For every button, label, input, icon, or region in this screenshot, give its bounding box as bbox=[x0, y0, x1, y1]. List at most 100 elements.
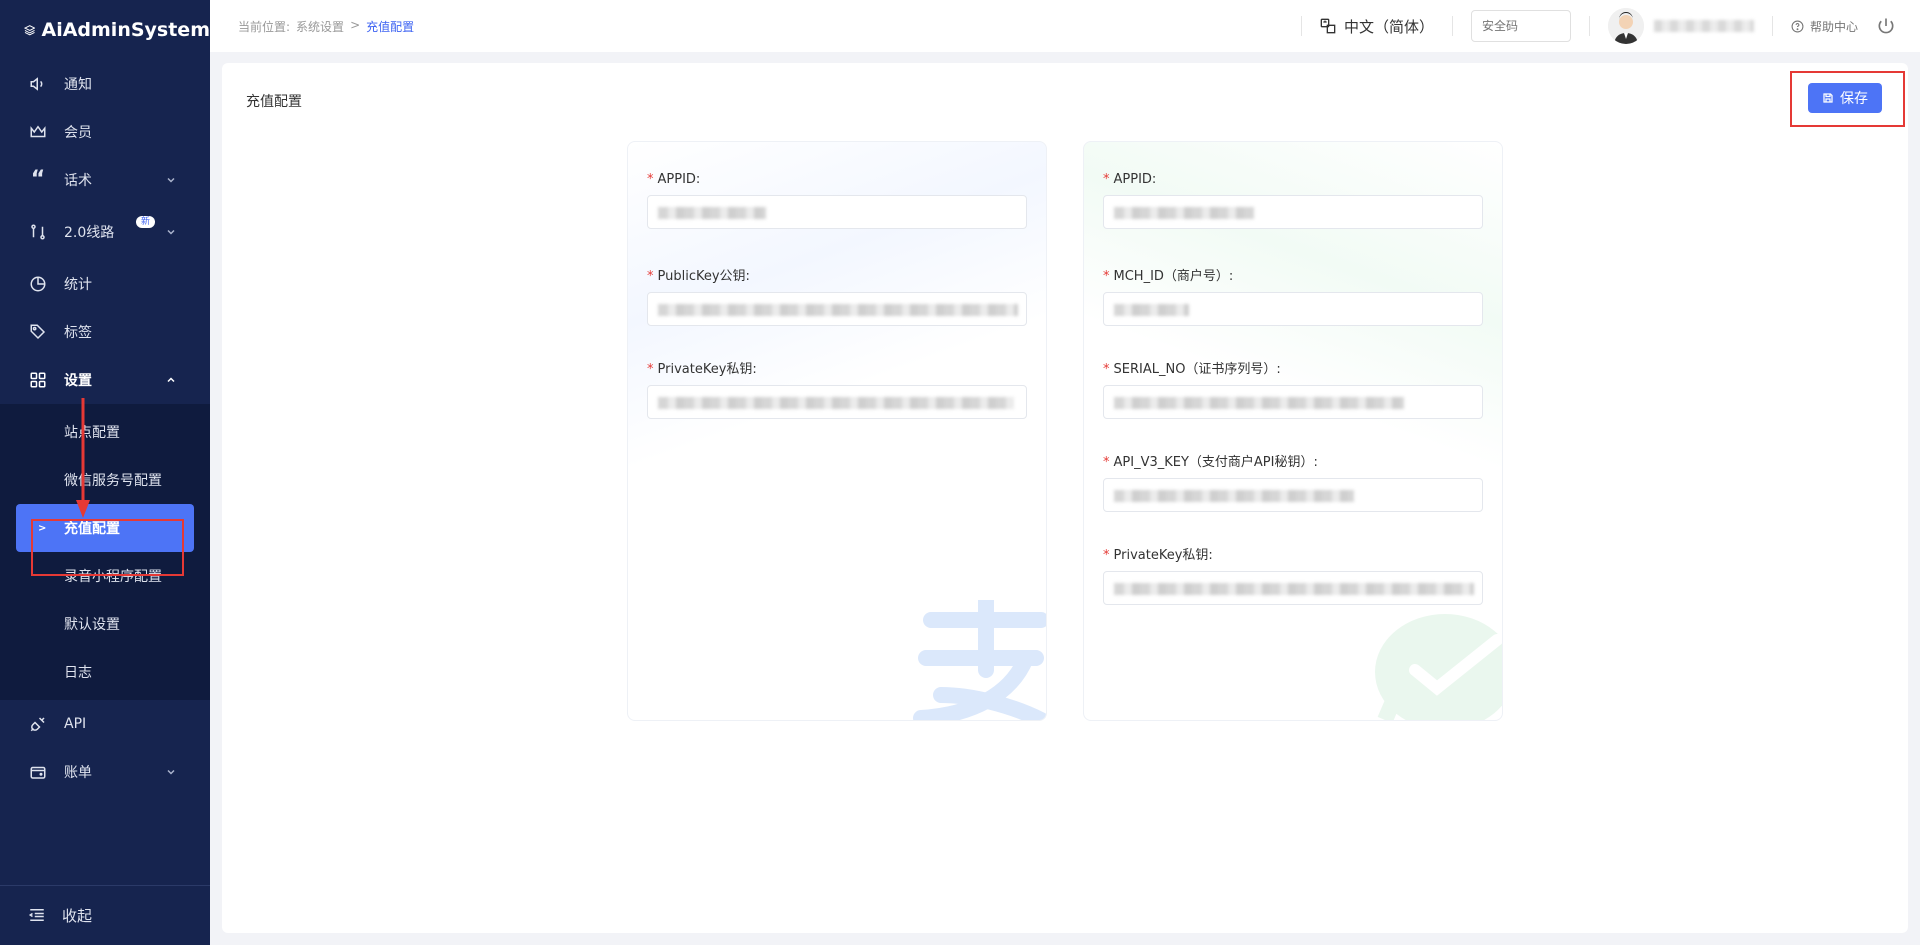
required-mark: * bbox=[647, 362, 654, 377]
sidebar-menu-lower: API 账单 bbox=[0, 700, 210, 796]
label-text: PrivateKey私钥: bbox=[657, 362, 757, 377]
sidebar-item-settings[interactable]: 设置 bbox=[0, 356, 210, 404]
tag-icon bbox=[28, 322, 48, 342]
chevron-down-icon bbox=[167, 229, 175, 235]
sidebar-item-route[interactable]: 2.0线路 新 bbox=[0, 204, 210, 260]
label-text: SERIAL_NO（证书序列号）: bbox=[1113, 362, 1281, 377]
sidebar-item-label: 标签 bbox=[64, 325, 92, 341]
wechat-serialno-field: * SERIAL_NO（证书序列号）: bbox=[1103, 358, 1483, 419]
label-text: PublicKey公钥: bbox=[657, 269, 750, 284]
redacted-value bbox=[658, 397, 1014, 409]
translate-icon bbox=[1320, 18, 1336, 34]
plug-icon bbox=[28, 714, 48, 734]
field-label: * API_V3_KEY（支付商户API秘钥）: bbox=[1103, 451, 1483, 470]
alipay-privatekey-field: * PrivateKey私钥: bbox=[647, 358, 1027, 419]
sidebar-item-label: 统计 bbox=[64, 277, 92, 293]
field-label: * PublicKey公钥: bbox=[647, 265, 1027, 284]
sidebar-item-label: 设置 bbox=[64, 373, 92, 389]
help-icon bbox=[1791, 20, 1804, 32]
power-icon[interactable] bbox=[1876, 16, 1896, 36]
topbar: 当前位置: 系统设置 > 充值配置 中文（简体） 帮助中心 bbox=[210, 0, 1920, 52]
required-mark: * bbox=[647, 269, 654, 284]
breadcrumb-parent[interactable]: 系统设置 bbox=[296, 18, 344, 35]
chevron-down-icon bbox=[167, 769, 175, 775]
sidebar-item-bill[interactable]: 账单 bbox=[0, 748, 210, 796]
sidebar-sub-site-config[interactable]: 站点配置 bbox=[0, 408, 210, 456]
language-label: 中文（简体） bbox=[1343, 17, 1434, 36]
sidebar-sub-default-settings[interactable]: 默认设置 bbox=[0, 600, 210, 648]
wechat-mchid-input[interactable] bbox=[1103, 292, 1483, 326]
divider bbox=[1300, 16, 1302, 36]
wechat-serialno-input[interactable] bbox=[1103, 385, 1483, 419]
redacted-value bbox=[1114, 397, 1404, 409]
sidebar-sub-log[interactable]: 日志 bbox=[0, 648, 210, 696]
main-content: 充值配置 保存 * APPID: * PublicKey公钥: * PrivateKe… bbox=[222, 63, 1908, 933]
required-mark: * bbox=[1103, 455, 1110, 470]
wechat-config-card: * APPID: * MCH_ID（商户号）: * SERIAL_NO（证书序列号）:… bbox=[1083, 141, 1503, 721]
required-mark: * bbox=[1103, 548, 1110, 563]
avatar[interactable] bbox=[1607, 8, 1644, 44]
sidebar-item-member[interactable]: 会员 bbox=[0, 108, 210, 156]
help-center-link[interactable]: 帮助中心 bbox=[1791, 18, 1858, 35]
layers-icon bbox=[24, 25, 36, 36]
app-logo[interactable]: AiAdminSystem bbox=[0, 0, 210, 60]
wechat-apiv3key-input[interactable] bbox=[1103, 478, 1483, 512]
help-center-label: 帮助中心 bbox=[1809, 19, 1858, 34]
chevron-down-icon bbox=[167, 177, 175, 183]
field-label: * PrivateKey私钥: bbox=[1103, 544, 1483, 563]
username-redacted bbox=[1653, 20, 1754, 32]
sidebar-item-api[interactable]: API bbox=[0, 700, 210, 748]
label-text: APPID: bbox=[657, 172, 701, 187]
sidebar-item-stats[interactable]: 统计 bbox=[0, 260, 210, 308]
language-switcher[interactable]: 中文（简体） bbox=[1320, 16, 1434, 37]
sidebar-item-tags[interactable]: 标签 bbox=[0, 308, 210, 356]
sidebar-item-label: 会员 bbox=[64, 125, 92, 141]
wechat-appid-input[interactable] bbox=[1103, 195, 1483, 229]
sidebar-item-script[interactable]: “ 话术 bbox=[0, 156, 210, 204]
field-label: * APPID: bbox=[647, 172, 1027, 187]
redacted-value bbox=[1114, 304, 1189, 316]
required-mark: * bbox=[1103, 362, 1110, 377]
pie-chart-icon bbox=[28, 274, 48, 294]
sidebar-sub-wechat-config[interactable]: 微信服务号配置 bbox=[0, 456, 210, 504]
label-text: MCH_ID（商户号）: bbox=[1113, 269, 1234, 284]
alipay-publickey-input[interactable] bbox=[647, 292, 1027, 326]
field-label: * PrivateKey私钥: bbox=[647, 358, 1027, 377]
annotation-arrow bbox=[76, 398, 90, 518]
wechat-privatekey-input[interactable] bbox=[1103, 571, 1483, 605]
page-title: 充值配置 bbox=[246, 94, 302, 110]
sidebar-item-label: API bbox=[64, 716, 87, 732]
breadcrumb-prefix: 当前位置: bbox=[238, 19, 291, 34]
wechat-privatekey-field: * PrivateKey私钥: bbox=[1103, 544, 1483, 605]
divider bbox=[1771, 16, 1773, 36]
redacted-value bbox=[658, 207, 766, 219]
wechat-pay-watermark-icon bbox=[1375, 614, 1502, 720]
wechat-mchid-field: * MCH_ID（商户号）: bbox=[1103, 265, 1483, 326]
field-label: * MCH_ID（商户号）: bbox=[1103, 265, 1483, 284]
security-code-input[interactable] bbox=[1470, 10, 1571, 42]
field-label: * SERIAL_NO（证书序列号）: bbox=[1103, 358, 1483, 377]
sidebar: AiAdminSystem 通知 会员 “ 话术 2.0线路 新 统计 标签 设… bbox=[0, 0, 210, 945]
highlight-box-recharge-menu bbox=[31, 519, 184, 576]
alipay-appid-input[interactable] bbox=[647, 195, 1027, 229]
wechat-apiv3key-field: * API_V3_KEY（支付商户API秘钥）: bbox=[1103, 451, 1483, 512]
sub-item-label: 日志 bbox=[64, 665, 92, 681]
collapse-label: 收起 bbox=[62, 907, 93, 925]
label-text: APPID: bbox=[1113, 172, 1157, 187]
highlight-box-save-button bbox=[1790, 71, 1905, 127]
collapse-menu-icon bbox=[28, 906, 48, 926]
sidebar-item-label: 账单 bbox=[64, 765, 92, 781]
divider bbox=[1588, 16, 1590, 36]
redacted-value bbox=[1114, 490, 1354, 502]
quote-icon: “ bbox=[30, 167, 46, 192]
sidebar-item-label: 2.0线路 bbox=[64, 225, 115, 241]
grid-icon bbox=[28, 370, 48, 390]
field-label: * APPID: bbox=[1103, 172, 1483, 187]
route-icon bbox=[28, 222, 48, 242]
breadcrumb-separator: > bbox=[350, 17, 361, 32]
alipay-privatekey-input[interactable] bbox=[647, 385, 1027, 419]
sidebar-item-notice[interactable]: 通知 bbox=[0, 60, 210, 108]
sidebar-collapse-button[interactable]: 收起 bbox=[0, 885, 210, 945]
alipay-watermark-icon bbox=[913, 600, 1046, 720]
required-mark: * bbox=[647, 172, 654, 187]
